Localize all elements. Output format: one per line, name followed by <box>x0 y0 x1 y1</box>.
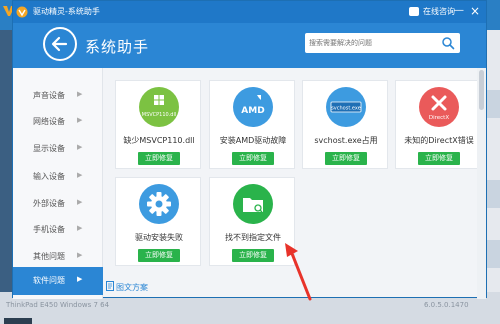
dialog-header: 系统助手 <box>13 23 486 68</box>
folder-icon <box>233 184 273 224</box>
app-logo-icon <box>16 6 28 18</box>
card-badge-text: svchost.exe <box>331 106 361 112</box>
sidebar-item-label: 显示设备 <box>33 144 65 153</box>
sidebar-item-label: 外部设备 <box>33 199 65 208</box>
online-consult-link[interactable]: 在线咨询 <box>423 6 455 17</box>
document-icon <box>106 281 114 291</box>
svchost-icon: svchost.exe <box>326 87 366 127</box>
chevron-right-icon: ▶ <box>77 224 83 232</box>
sidebar-item-label: 声音设备 <box>33 91 65 100</box>
background-version-text: 6.0.5.0.1470 <box>424 301 469 309</box>
directx-icon: DirectX <box>419 87 459 127</box>
chevron-right-icon: ▶ <box>77 143 83 151</box>
minimize-button[interactable]: — <box>453 5 465 19</box>
arrow-left-icon <box>51 36 68 52</box>
problem-card-driver-install[interactable]: 驱动安装失败 立即修复 <box>115 177 201 266</box>
sidebar-item-label: 手机设备 <box>33 225 65 234</box>
sidebar-item-label: 输入设备 <box>33 172 65 181</box>
fix-now-button[interactable]: 立即修复 <box>418 152 460 165</box>
problem-card-directx[interactable]: DirectX 未知的DirectX错误 立即修复 <box>395 80 481 169</box>
chevron-right-icon: ▶ <box>77 251 83 259</box>
fix-now-button[interactable]: 立即修复 <box>138 249 180 262</box>
problem-card-amd[interactable]: AMD 安装AMD驱动故障 立即修复 <box>209 80 295 169</box>
card-badge-text: AMD <box>241 106 264 116</box>
chevron-right-icon: ▶ <box>77 171 83 179</box>
background-tag <box>4 318 32 324</box>
scroll-thumb[interactable] <box>479 70 484 110</box>
close-button[interactable]: × <box>469 4 481 18</box>
fix-now-button[interactable]: 立即修复 <box>138 152 180 165</box>
card-title: svchost.exe占用 <box>314 136 378 145</box>
chat-icon[interactable] <box>409 7 419 16</box>
search-input[interactable] <box>309 36 437 50</box>
fix-now-button[interactable]: 立即修复 <box>232 152 274 165</box>
window-title: 驱动精灵-系统助手 <box>33 7 100 16</box>
amd-icon: AMD <box>233 87 273 127</box>
dialog-titlebar[interactable]: 驱动精灵-系统助手 在线咨询 — × <box>13 1 486 23</box>
search-icon[interactable] <box>441 36 455 50</box>
fix-now-button[interactable]: 立即修复 <box>232 249 274 262</box>
card-badge-text: MSVCP110.dll <box>142 112 177 118</box>
sidebar-item-label: 其他问题 <box>33 252 65 261</box>
sidebar-item-other[interactable]: 其他问题 ▶ <box>13 243 103 269</box>
sidebar-item-label: 网络设备 <box>33 117 65 126</box>
sidebar-item-software[interactable]: 软件问题 ▶ <box>13 267 103 295</box>
sidebar-item-network[interactable]: 网络设备 ▶ <box>13 108 103 134</box>
sidebar-item-label: 软件问题 <box>33 276 65 285</box>
sidebar-item-external[interactable]: 外部设备 ▶ <box>13 190 103 216</box>
background-status-text: ThinkPad E450 Windows 7 64 <box>6 301 110 309</box>
problem-card-msvcp[interactable]: MSVCP110.dll 缺少MSVCP110.dll 立即修复 <box>115 80 201 169</box>
red-annotation-arrow-icon <box>285 243 312 301</box>
problem-card-svchost[interactable]: svchost.exe svchost.exe占用 立即修复 <box>302 80 388 169</box>
graphic-solution-link[interactable]: 图文方案 <box>116 282 148 293</box>
card-title: 缺少MSVCP110.dll <box>123 136 195 145</box>
chevron-right-icon: ▶ <box>77 90 83 98</box>
card-title: 未知的DirectX错误 <box>404 136 474 145</box>
chevron-right-icon: ▶ <box>77 275 83 283</box>
gear-icon <box>139 184 179 224</box>
fix-now-button[interactable]: 立即修复 <box>325 152 367 165</box>
search-box[interactable] <box>305 33 460 53</box>
sidebar-item-input[interactable]: 输入设备 ▶ <box>13 163 103 189</box>
chevron-right-icon: ▶ <box>77 198 83 206</box>
card-title: 驱动安装失败 <box>135 233 183 242</box>
scrollbar[interactable] <box>477 68 486 299</box>
category-sidebar: 声音设备 ▶ 网络设备 ▶ 显示设备 ▶ 输入设备 ▶ 外部设备 ▶ 手机设备 … <box>13 68 103 299</box>
msvcp-dll-icon: MSVCP110.dll <box>139 87 179 127</box>
sidebar-item-display[interactable]: 显示设备 ▶ <box>13 135 103 161</box>
chevron-right-icon: ▶ <box>77 116 83 124</box>
card-badge-text: DirectX <box>429 115 449 121</box>
sidebar-item-phone[interactable]: 手机设备 ▶ <box>13 216 103 242</box>
card-title: 安装AMD驱动故障 <box>219 136 287 145</box>
back-button[interactable] <box>43 27 77 61</box>
sidebar-item-sound[interactable]: 声音设备 ▶ <box>13 82 103 108</box>
system-assistant-dialog: 驱动精灵-系统助手 在线咨询 — × 系统助手 声音设备 ▶ 网络设备 ▶ <box>12 0 487 301</box>
page-title: 系统助手 <box>85 38 150 56</box>
